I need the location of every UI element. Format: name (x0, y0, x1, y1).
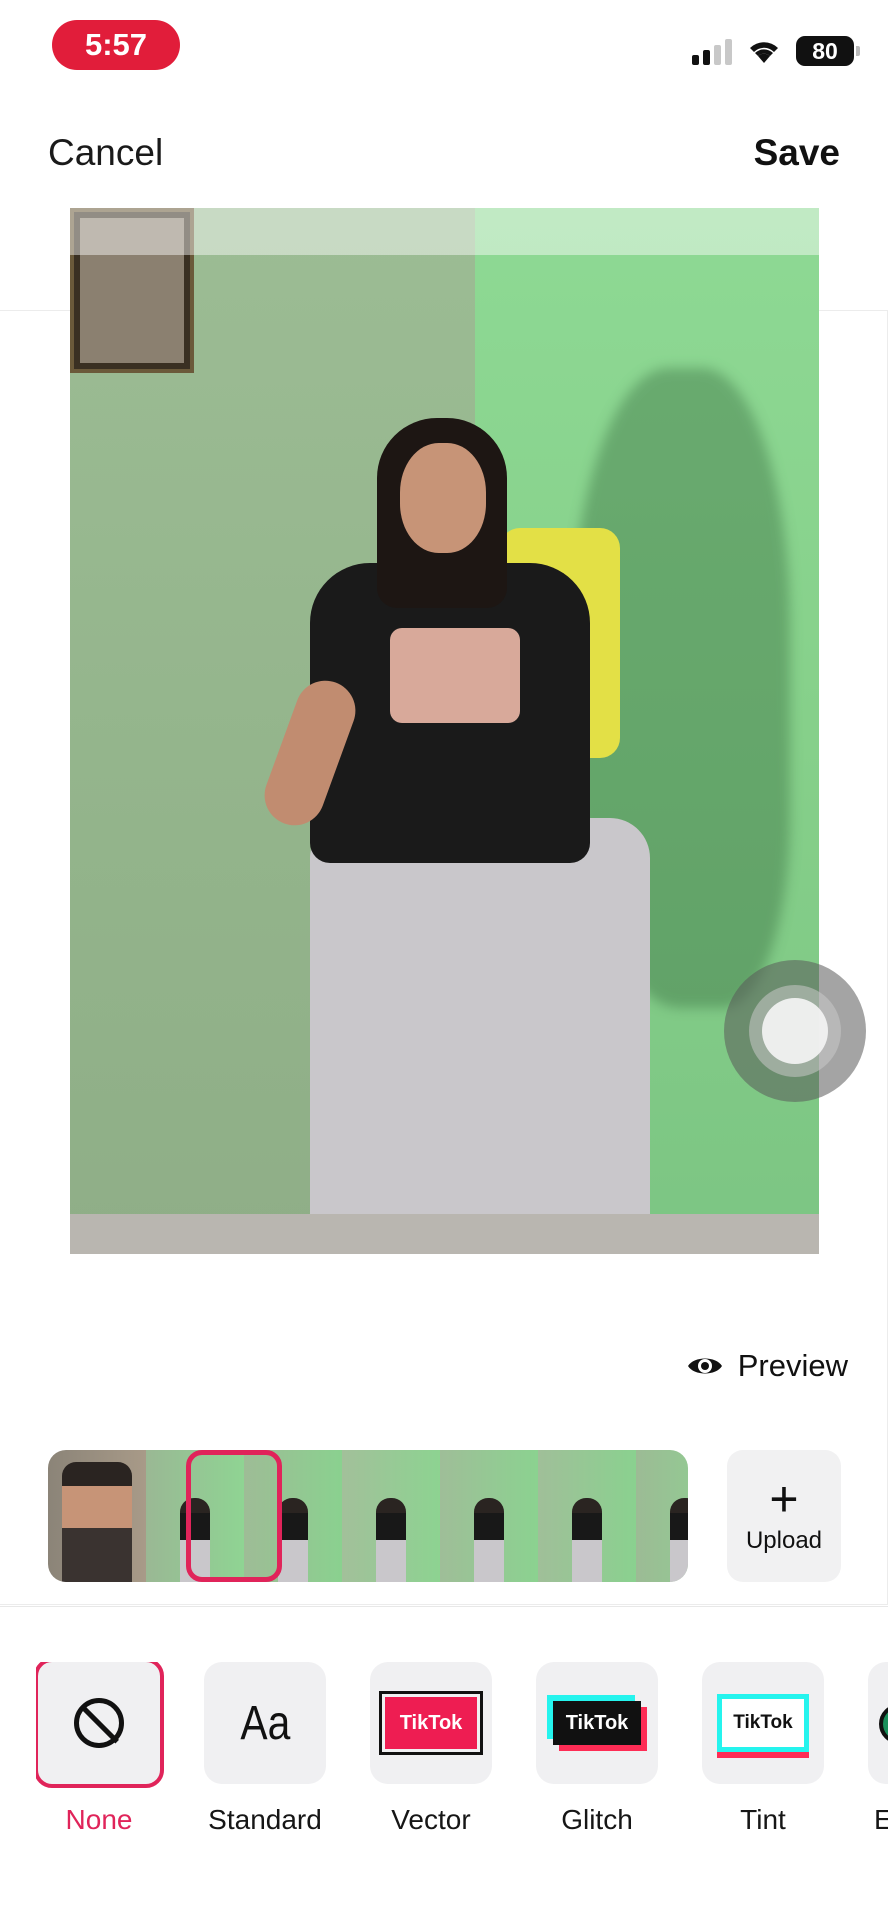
template-glitch[interactable]: TikTok Glitch (534, 1662, 660, 1836)
template-standard[interactable]: Aa Standard (202, 1662, 328, 1836)
upload-label: Upload (745, 1527, 823, 1554)
tint-style-icon: TikTok (717, 1694, 809, 1752)
template-label: Vector (391, 1804, 471, 1835)
preview-button[interactable]: Preview (686, 1348, 848, 1384)
frame-thumbnail[interactable] (48, 1450, 146, 1582)
frame-thumbnail[interactable] (636, 1450, 688, 1582)
preview-label: Preview (737, 1348, 848, 1383)
prohibited-icon (74, 1698, 124, 1748)
cover-photo[interactable] (70, 208, 819, 1254)
save-button[interactable]: Save (754, 132, 840, 174)
template-none[interactable]: None (36, 1662, 164, 1836)
template-label: Glitch (561, 1804, 633, 1835)
template-label: None (65, 1804, 133, 1835)
cancel-button[interactable]: Cancel (48, 132, 163, 174)
text-style-icon: Aa (240, 1696, 290, 1750)
eye-icon (687, 1358, 722, 1374)
frame-thumbnail[interactable] (538, 1450, 636, 1582)
vector-style-icon: TikTok (379, 1691, 483, 1755)
glitch-style-icon: TikTok (553, 1701, 641, 1745)
frame-thumbnail-strip[interactable] (48, 1450, 688, 1582)
frame-thumbnail[interactable] (440, 1450, 538, 1582)
frame-thumbnail[interactable] (342, 1450, 440, 1582)
template-label: Standard (208, 1804, 322, 1835)
cellular-signal-icon (692, 37, 732, 65)
template-label: Tint (740, 1804, 786, 1835)
template-tint[interactable]: TikTok Tint (700, 1662, 826, 1836)
wifi-icon (750, 42, 778, 63)
assistive-touch-button[interactable] (724, 960, 866, 1102)
upload-button[interactable]: + Upload (727, 1450, 841, 1582)
template-vector[interactable]: TikTok Vector (368, 1662, 494, 1836)
plus-icon: + (769, 1471, 799, 1527)
battery-icon: 80 (796, 36, 860, 66)
status-time: 5:57 (52, 20, 180, 70)
cover-template-list: None Aa Standard TikTok Vector TikTok Gl… (36, 1662, 888, 1852)
divider (0, 1606, 888, 1607)
selected-frame-indicator[interactable] (186, 1450, 282, 1582)
status-icons: 80 (692, 36, 860, 66)
template-label: E (874, 1804, 888, 1835)
